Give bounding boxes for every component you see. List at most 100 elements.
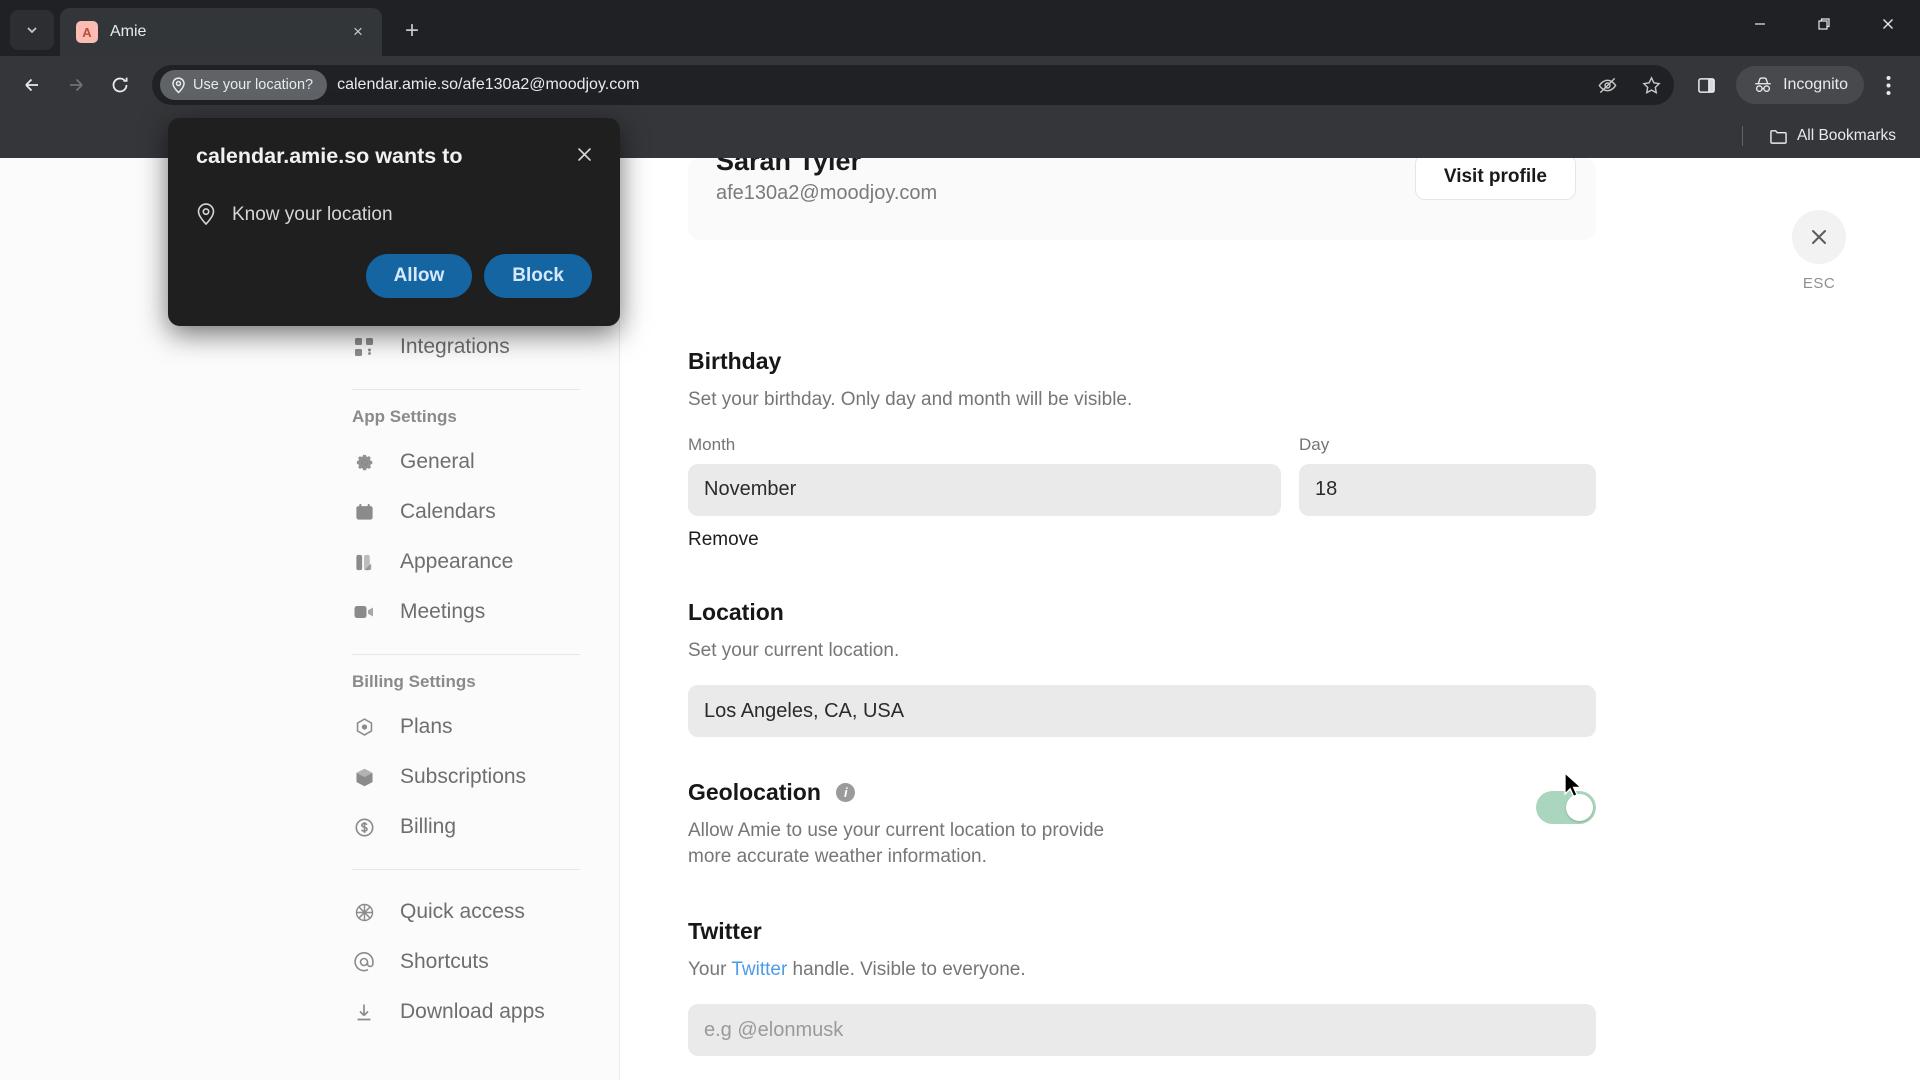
sidebar-section-app-settings: App Settings [352,407,457,426]
geolocation-title-text: Geolocation [688,779,821,806]
incognito-indicator[interactable]: Incognito [1736,66,1864,104]
twitter-description: Your Twitter handle. Visible to everyone… [688,957,1596,983]
permission-request-label: Know your location [232,203,393,225]
hexagon-icon [352,715,376,739]
sidebar-section-billing-settings: Billing Settings [352,672,476,691]
location-input[interactable]: Los Angeles, CA, USA [688,685,1596,738]
settings-main: Sarah Tyler afe130a2@moodjoy.com Visit p… [620,158,1920,1080]
sidebar-item-download-apps[interactable]: Download apps [352,987,620,1037]
tab-strip: A Amie × + [0,0,1920,56]
allow-button[interactable]: Allow [365,254,473,298]
sidebar-item-quick-access[interactable]: Quick access [352,887,620,937]
permission-buttons: Allow Block [365,254,592,298]
sidebar-item-label: Subscriptions [400,765,527,788]
kebab-menu-icon[interactable] [1868,65,1908,105]
new-tab-button[interactable]: + [392,11,432,51]
sidebar-item-appearance[interactable]: Appearance [352,537,620,587]
sidebar-item-integrations[interactable]: Integrations [352,322,620,372]
block-button[interactable]: Block [484,254,592,298]
sidebar-item-billing[interactable]: Billing [352,802,620,852]
permission-close-icon[interactable] [570,140,598,168]
tab-title: Amie [110,23,147,40]
sidebar-item-shortcuts[interactable]: Shortcuts [352,937,620,987]
incognito-label: Incognito [1783,76,1848,93]
sidebar-item-label: Integrations [400,335,510,358]
sidebar-item-label: Meetings [400,600,486,623]
gear-icon [352,450,376,474]
sidebar-item-general[interactable]: General [352,437,620,487]
location-section: Location Set your current location. Los … [688,599,1596,738]
browser-tab[interactable]: A Amie × [60,8,382,56]
sidebar-item-label: Appearance [400,550,514,573]
close-window-button[interactable] [1856,0,1920,48]
calendar-icon [352,500,376,524]
birthday-description: Set your birthday. Only day and month wi… [688,389,1133,410]
visit-profile-button[interactable]: Visit profile [1414,158,1576,200]
day-select[interactable]: 18 [1299,463,1596,516]
profile-name: Sarah Tyler [716,158,862,176]
reload-icon[interactable] [100,65,140,105]
maximize-button[interactable] [1792,0,1856,48]
sidebar-item-label: Download apps [400,1000,545,1023]
profile-email: afe130a2@moodjoy.com [716,182,938,204]
browser-toolbar: Use your location? calendar.amie.so/afe1… [0,56,1920,114]
bookmark-star-icon[interactable] [1634,68,1668,102]
bookmarks-divider [1741,126,1743,146]
twitter-desc-suffix: handle. Visible to everyone. [787,958,1026,980]
sidebar-item-subscriptions[interactable]: Subscriptions [352,752,620,802]
sidebar-item-label: Shortcuts [400,950,489,973]
twitter-link[interactable]: Twitter [731,959,787,980]
profile-card: Sarah Tyler afe130a2@moodjoy.com Visit p… [688,158,1596,240]
sidebar-item-label: Plans [400,715,453,738]
mouse-cursor [1563,771,1585,807]
all-bookmarks-button[interactable]: All Bookmarks [1761,123,1904,149]
dollar-icon [352,815,376,839]
info-icon[interactable]: i [836,783,856,803]
close-icon[interactable] [1792,210,1846,264]
birthday-title: Birthday [688,348,782,374]
minimize-button[interactable] [1728,0,1792,48]
location-permission-chip[interactable]: Use your location? [160,70,328,100]
eye-off-icon[interactable] [1590,68,1624,102]
side-panel-icon[interactable] [1686,65,1726,105]
sidebar-item-meetings[interactable]: Meetings [352,587,620,637]
sidebar-divider [352,389,580,390]
geolocation-title: Geolocation i [688,779,1512,806]
geolocation-description: Allow Amie to use your current location … [688,820,1105,867]
forward-icon[interactable] [56,65,96,105]
month-select[interactable]: November [688,463,1281,516]
amie-favicon: A [76,21,98,43]
all-bookmarks-label: All Bookmarks [1796,127,1896,144]
permission-title: calendar.amie.so wants to [196,144,463,168]
sidebar-divider [352,654,580,655]
tab-close-icon[interactable]: × [346,20,370,44]
tab-search-icon[interactable] [10,10,54,50]
box-icon [352,765,376,789]
twitter-title: Twitter [688,917,762,944]
permission-request-row: Know your location [196,203,592,226]
address-bar[interactable]: Use your location? calendar.amie.so/afe1… [152,65,1675,105]
day-label: Day [1299,434,1330,454]
sidebar-item-label: General [400,450,475,473]
back-icon[interactable] [12,65,52,105]
sidebar-item-label: Calendars [400,500,496,523]
url-text: calendar.amie.so/afe130a2@moodjoy.com [337,76,640,93]
sidebar-item-calendars[interactable]: Calendars [352,487,620,537]
wheel-icon [352,900,376,924]
twitter-handle-input[interactable]: e.g @elonmusk [688,1004,1596,1057]
window-controls [1728,0,1920,48]
appearance-icon [352,550,376,574]
browser-window: A Amie × + Use your location? calendar.a… [0,0,1920,1080]
location-chip-label: Use your location? [193,77,314,93]
video-icon [352,600,376,624]
close-settings-panel[interactable]: ESC [1792,210,1846,292]
remove-birthday-button[interactable]: Remove [688,529,1596,551]
location-permission-dialog: calendar.amie.so wants to Know your loca… [168,118,620,326]
sidebar-item-label: Quick access [400,900,525,923]
location-description: Set your current location. [688,639,900,661]
location-pin-icon [197,203,215,226]
download-icon [352,1000,376,1024]
location-title: Location [688,598,784,625]
sidebar-item-plans[interactable]: Plans [352,702,620,752]
twitter-section: Twitter Your Twitter handle. Visible to … [688,918,1596,1057]
